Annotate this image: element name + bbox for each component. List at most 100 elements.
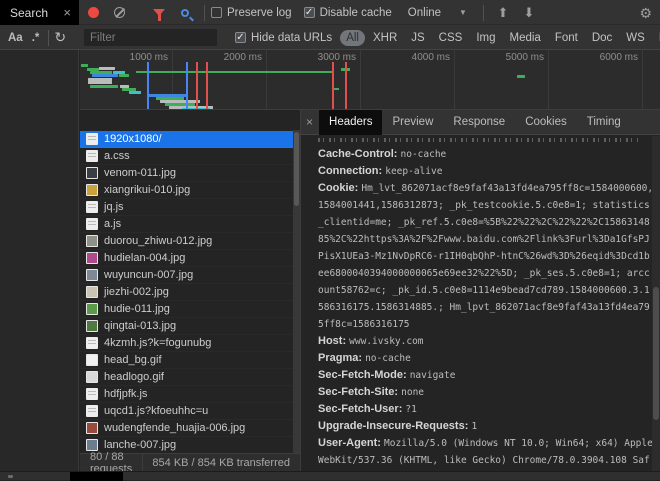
close-details-icon[interactable]: × xyxy=(301,115,319,129)
image-file-icon xyxy=(86,422,98,434)
tab-headers[interactable]: Headers xyxy=(319,110,382,135)
throttling-dropdown[interactable]: Online ▼ xyxy=(408,7,467,19)
request-name: qingtai-013.jpg xyxy=(104,320,176,332)
tab-timing[interactable]: Timing xyxy=(577,110,631,135)
filter-type-js[interactable]: JS xyxy=(405,30,430,46)
clear-icon xyxy=(114,7,125,18)
tab-cookies[interactable]: Cookies xyxy=(515,110,577,135)
disable-cache-label: Disable cache xyxy=(320,7,392,19)
scrollbar-thumb[interactable] xyxy=(294,132,299,206)
search-button[interactable] xyxy=(172,1,198,25)
disable-cache-checkbox[interactable]: ✓ Disable cache xyxy=(304,7,404,19)
table-row[interactable]: xiangrikui-010.jpg xyxy=(80,182,293,199)
table-row[interactable]: qingtai-013.jpg xyxy=(80,318,293,335)
search-drawer-tab[interactable]: Search × xyxy=(0,0,79,25)
request-name: wudengfende_huajia-006.jpg xyxy=(104,422,245,434)
record-icon xyxy=(88,7,99,18)
table-row[interactable]: hudielan-004.jpg xyxy=(80,250,293,267)
request-list-scrollbar[interactable] xyxy=(293,130,300,453)
header-name: Cookie: xyxy=(318,182,361,194)
header-value: 1 xyxy=(471,421,477,432)
document-file-icon xyxy=(86,405,98,417)
details-scrollbar[interactable] xyxy=(652,136,660,472)
table-row[interactable]: a.js xyxy=(80,216,293,233)
table-row[interactable]: wuyuncun-007.jpg xyxy=(80,267,293,284)
refresh-button[interactable]: ↻ xyxy=(54,29,66,46)
filter-type-media[interactable]: Media xyxy=(504,30,547,46)
preserve-log-checkbox[interactable]: Preserve log xyxy=(211,7,304,19)
clear-button[interactable] xyxy=(106,1,132,25)
table-row[interactable]: jiezhi-002.jpg xyxy=(80,284,293,301)
request-name: a.js xyxy=(104,218,121,230)
divider xyxy=(483,5,484,21)
image-file-icon xyxy=(86,439,98,451)
time-tick-label: 2000 ms xyxy=(224,52,266,63)
time-tick-label: 5000 ms xyxy=(506,52,548,63)
image-file-icon xyxy=(86,286,98,298)
image-file-icon xyxy=(86,167,98,179)
request-name: duorou_zhiwu-012.jpg xyxy=(104,235,212,247)
request-name: hudie-011.jpg xyxy=(104,303,170,315)
waterfall-bar xyxy=(136,71,332,73)
header-entry: Cookie: Hm_lvt_862071acf8e9faf43a13fd4ea… xyxy=(318,180,652,333)
close-search-tab-icon[interactable]: × xyxy=(63,5,71,20)
header-value: no-cache xyxy=(365,353,411,364)
filter-type-ws[interactable]: WS xyxy=(620,30,651,46)
hide-data-urls-checkbox[interactable]: ✓ Hide data URLs xyxy=(235,32,332,44)
table-row[interactable]: jq.js xyxy=(80,199,293,216)
divider xyxy=(48,30,49,46)
export-arrow-icon: ⬇ xyxy=(524,5,535,21)
request-name: jq.js xyxy=(104,201,124,213)
export-har-button[interactable]: ⬇ xyxy=(516,1,542,25)
regex-button[interactable]: .* xyxy=(32,32,40,44)
header-value: no-cache xyxy=(401,149,447,160)
table-row[interactable]: hdfjpfk.js xyxy=(80,386,293,403)
scrollbar-thumb[interactable] xyxy=(653,287,659,420)
image-file-icon xyxy=(86,354,98,366)
filter-type-css[interactable]: CSS xyxy=(433,30,469,46)
header-value: www.ivsky.com xyxy=(349,336,423,347)
filter-type-font[interactable]: Font xyxy=(549,30,584,46)
filter-type-img[interactable]: Img xyxy=(470,30,501,46)
table-row[interactable]: venom-011.jpg xyxy=(80,165,293,182)
tab-response[interactable]: Response xyxy=(443,110,515,135)
table-row[interactable]: a.css xyxy=(80,148,293,165)
chevron-down-icon: ▼ xyxy=(459,8,467,17)
filter-toggle-button[interactable] xyxy=(146,1,172,25)
header-entry: Sec-Fetch-User: ?1 xyxy=(318,401,652,418)
drawer-icon xyxy=(8,475,13,478)
table-row[interactable]: 1920x1080/ xyxy=(80,131,293,148)
request-name: xiangrikui-010.jpg xyxy=(104,184,190,196)
table-row[interactable]: 4kzmh.js?k=fogunubg xyxy=(80,335,293,352)
bottom-drawer-edge[interactable] xyxy=(0,471,660,480)
match-case-button[interactable]: Aa xyxy=(8,32,23,44)
table-row[interactable]: head_bg.gif xyxy=(80,352,293,369)
header-entry: Sec-Fetch-Site: none xyxy=(318,384,652,401)
record-button[interactable] xyxy=(80,1,106,25)
image-file-icon xyxy=(86,235,98,247)
filter-type-xhr[interactable]: XHR xyxy=(367,30,403,46)
table-row[interactable]: duorou_zhiwu-012.jpg xyxy=(80,233,293,250)
header-name: User-Agent: xyxy=(318,437,384,449)
import-har-button[interactable]: ⬆ xyxy=(490,1,516,25)
settings-gear-icon[interactable]: ⚙ xyxy=(639,5,652,22)
header-name: Sec-Fetch-Mode: xyxy=(318,369,410,381)
table-row[interactable]: wudengfende_huajia-006.jpg xyxy=(80,420,293,437)
headers-content[interactable]: Cache-Control: no-cacheConnection: keep-… xyxy=(301,136,652,472)
network-filter-bar: ✓ Hide data URLs AllXHRJSCSSImgMediaFont… xyxy=(80,25,660,50)
header-entry: Cache-Control: no-cache xyxy=(318,146,652,163)
preserve-log-label: Preserve log xyxy=(227,7,292,19)
network-overview-waterfall[interactable]: 1000 ms2000 ms3000 ms4000 ms5000 ms6000 … xyxy=(80,50,660,110)
image-file-icon xyxy=(86,252,98,264)
filter-type-all[interactable]: All xyxy=(340,30,365,46)
filter-input[interactable] xyxy=(84,29,217,46)
filter-type-manifest[interactable]: Manifest xyxy=(653,30,660,46)
preserve-log-box-icon xyxy=(211,7,222,18)
search-panel-body xyxy=(0,50,79,471)
table-row[interactable]: headlogo.gif xyxy=(80,369,293,386)
tab-preview[interactable]: Preview xyxy=(382,110,443,135)
filter-type-doc[interactable]: Doc xyxy=(586,30,618,46)
table-row[interactable]: hudie-011.jpg xyxy=(80,301,293,318)
table-row[interactable]: uqcd1.js?kfoeuhhc=u xyxy=(80,403,293,420)
time-tick-label: 4000 ms xyxy=(412,52,454,63)
